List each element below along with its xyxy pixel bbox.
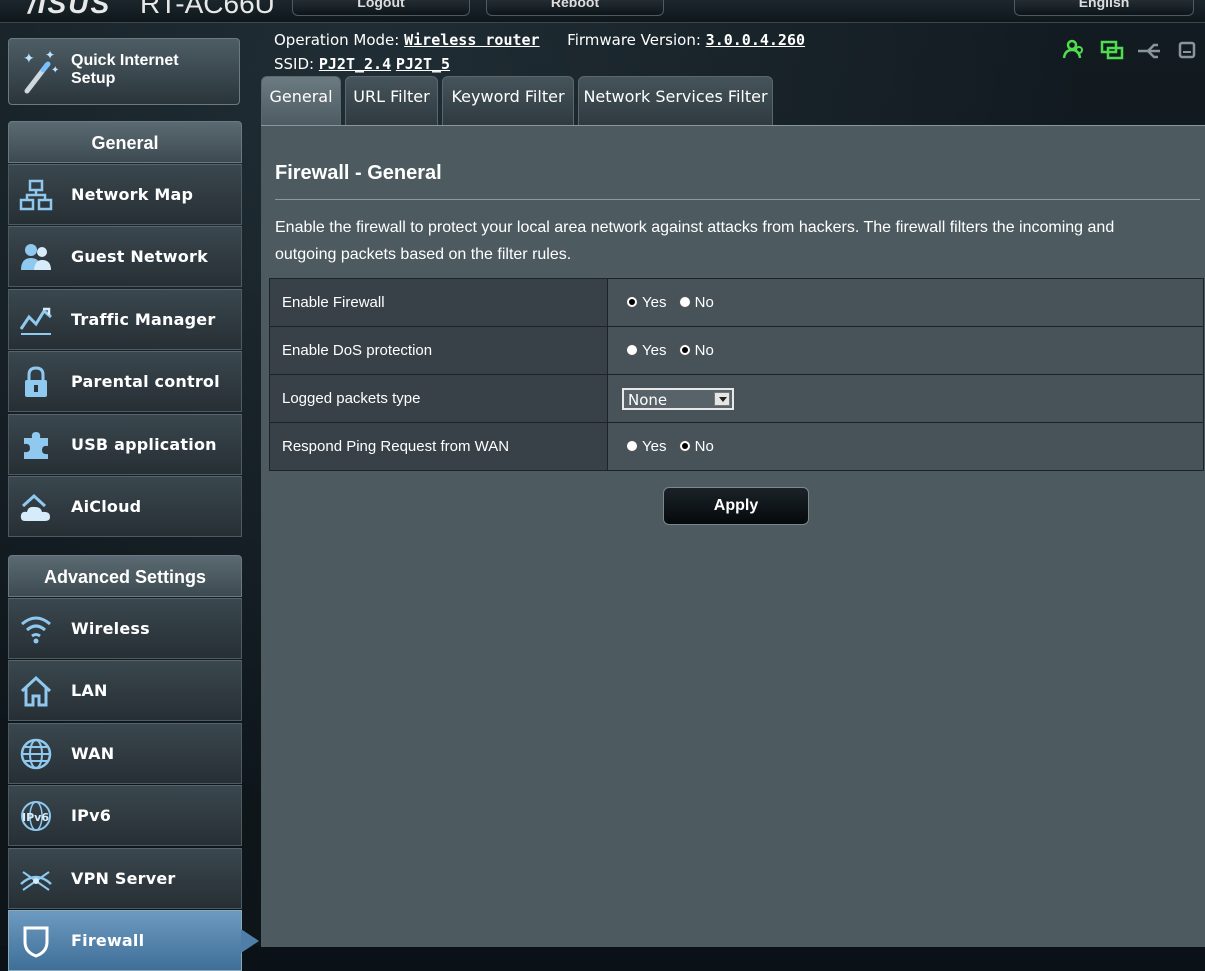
firmware-label: Firmware Version: bbox=[567, 31, 701, 49]
sidebar-item-guest-network[interactable]: Guest Network bbox=[8, 226, 242, 287]
sidebar-item-label: LAN bbox=[71, 681, 108, 700]
advanced-settings-heading: Advanced Settings bbox=[8, 555, 242, 597]
general-heading: General bbox=[8, 121, 242, 163]
sidebar-item-label: Guest Network bbox=[71, 247, 208, 266]
table-row: Respond Ping Request from WAN Yes No bbox=[269, 422, 1204, 471]
sidebar-item-usb-application[interactable]: USB application bbox=[8, 414, 242, 475]
cloud-home-icon bbox=[20, 493, 50, 521]
sidebar-item-wireless[interactable]: Wireless bbox=[8, 598, 242, 659]
lock-icon bbox=[25, 366, 47, 397]
brand-logo: /ISUS bbox=[28, 0, 112, 19]
sidebar-item-traffic-manager[interactable]: Traffic Manager bbox=[8, 289, 242, 350]
tab-url-filter[interactable]: URL Filter bbox=[345, 76, 438, 125]
enable-firewall-no[interactable]: No bbox=[678, 294, 714, 311]
logout-button[interactable]: Logout bbox=[292, 0, 470, 16]
apply-button[interactable]: Apply bbox=[663, 487, 809, 525]
vpn-icon bbox=[20, 871, 52, 891]
model-name: RT-AC66U bbox=[140, 0, 275, 19]
sidebar-item-label: Wireless bbox=[71, 619, 150, 638]
network-status-icon[interactable] bbox=[1100, 40, 1124, 60]
sidebar-item-label: USB application bbox=[71, 435, 217, 454]
enable-dos-label: Enable DoS protection bbox=[269, 326, 608, 375]
table-row: Enable Firewall Yes No bbox=[269, 278, 1204, 327]
svg-text:✦: ✦ bbox=[45, 48, 55, 62]
traffic-manager-icon bbox=[19, 307, 52, 335]
operation-mode-line: Operation Mode: Wireless router Firmware… bbox=[274, 31, 805, 49]
sidebar-item-label: VPN Server bbox=[71, 869, 176, 888]
sidebar-item-vpn-server[interactable]: VPN Server bbox=[8, 848, 242, 909]
logged-packets-select[interactable]: None bbox=[622, 387, 734, 410]
radio-button[interactable] bbox=[626, 296, 638, 308]
sidebar-item-network-map[interactable]: Network Map bbox=[8, 164, 242, 225]
sidebar-item-wan[interactable]: WAN bbox=[8, 723, 242, 784]
ssid-label: SSID: bbox=[274, 55, 315, 73]
guest-network-icon bbox=[21, 244, 51, 270]
sidebar-item-ipv6[interactable]: IPv6 IPv6 bbox=[8, 785, 242, 846]
tab-network-services-filter[interactable]: Network Services Filter bbox=[578, 76, 773, 125]
quick-internet-setup-label: Quick Internet Setup bbox=[71, 52, 179, 87]
ssid-5g-link[interactable]: PJ2T_5 bbox=[396, 55, 450, 73]
operation-mode-link[interactable]: Wireless router bbox=[404, 31, 539, 49]
respond-ping-no[interactable]: No bbox=[678, 438, 714, 455]
operation-mode-label: Operation Mode: bbox=[274, 31, 400, 49]
sidebar-item-parental-control[interactable]: Parental control bbox=[8, 351, 242, 412]
firewall-settings-table: Enable Firewall Yes No Enable DoS protec… bbox=[269, 278, 1204, 471]
logged-packets-value: None bbox=[628, 390, 668, 409]
sidebar-item-label: AiCloud bbox=[71, 497, 142, 516]
content-panel: Firewall - General Enable the firewall t… bbox=[261, 125, 1205, 947]
ssid-2g-link[interactable]: PJ2T_2.4 bbox=[319, 55, 391, 73]
respond-ping-label: Respond Ping Request from WAN bbox=[269, 422, 608, 471]
ssid-line: SSID: PJ2T_2.4 PJ2T_5 bbox=[274, 55, 450, 73]
title-divider bbox=[275, 199, 1200, 200]
language-select[interactable]: English bbox=[1014, 0, 1194, 16]
sidebar-item-label: IPv6 bbox=[71, 806, 112, 825]
reboot-button[interactable]: Reboot bbox=[486, 0, 664, 16]
svg-text:✦: ✦ bbox=[51, 65, 59, 76]
respond-ping-yes[interactable]: Yes bbox=[626, 438, 666, 455]
sidebar-item-label: Traffic Manager bbox=[71, 310, 216, 329]
enable-firewall-label: Enable Firewall bbox=[269, 278, 608, 327]
usb-status-icon[interactable] bbox=[1138, 43, 1160, 59]
quick-internet-setup-button[interactable]: ✦ ✦ ✦ Quick Internet Setup bbox=[8, 38, 240, 105]
tab-keyword-filter[interactable]: Keyword Filter bbox=[442, 76, 574, 125]
table-row: Enable DoS protection Yes No bbox=[269, 326, 1204, 375]
sidebar-item-aicloud[interactable]: AiCloud bbox=[8, 476, 242, 537]
network-map-icon bbox=[19, 179, 53, 211]
page-title: Firewall - General bbox=[275, 162, 442, 184]
chevron-down-icon[interactable] bbox=[714, 391, 730, 406]
firmware-version-link[interactable]: 3.0.0.4.260 bbox=[706, 31, 805, 49]
radio-button[interactable] bbox=[678, 440, 691, 452]
sidebar-item-label: Firewall bbox=[71, 931, 145, 950]
page-description: Enable the firewall to protect your loca… bbox=[275, 219, 1115, 263]
enable-dos-yes[interactable]: Yes bbox=[626, 342, 666, 359]
sidebar-item-firewall[interactable]: Firewall bbox=[8, 910, 259, 971]
radio-button[interactable] bbox=[678, 296, 691, 308]
clients-status-icon[interactable] bbox=[1062, 39, 1083, 59]
puzzle-icon bbox=[24, 432, 48, 459]
tab-general[interactable]: General bbox=[261, 76, 341, 125]
logged-packets-label: Logged packets type bbox=[269, 374, 608, 423]
status-icons bbox=[1062, 38, 1202, 64]
svg-text:IPv6: IPv6 bbox=[22, 811, 49, 824]
printer-status-icon[interactable] bbox=[1178, 41, 1196, 59]
radio-button[interactable] bbox=[626, 440, 638, 452]
house-icon bbox=[20, 675, 52, 707]
ipv6-icon: IPv6 bbox=[21, 801, 51, 831]
magic-wand-icon: ✦ ✦ ✦ bbox=[23, 48, 59, 94]
sidebar-item-label: Network Map bbox=[71, 185, 194, 204]
sidebar-item-label: Parental control bbox=[71, 372, 220, 391]
sidebar-item-label: WAN bbox=[71, 744, 115, 763]
shield-icon bbox=[23, 926, 49, 958]
enable-firewall-yes[interactable]: Yes bbox=[626, 294, 666, 311]
table-row: Logged packets type None bbox=[269, 374, 1204, 423]
wifi-icon bbox=[21, 616, 51, 644]
globe-icon bbox=[20, 738, 52, 770]
svg-text:✦: ✦ bbox=[23, 51, 35, 67]
top-bar: /ISUS RT-AC66U Logout Reboot English bbox=[0, 0, 1205, 23]
sidebar-item-lan[interactable]: LAN bbox=[8, 660, 242, 721]
enable-dos-no[interactable]: No bbox=[678, 342, 714, 359]
radio-button[interactable] bbox=[626, 344, 638, 356]
radio-button[interactable] bbox=[678, 344, 691, 356]
